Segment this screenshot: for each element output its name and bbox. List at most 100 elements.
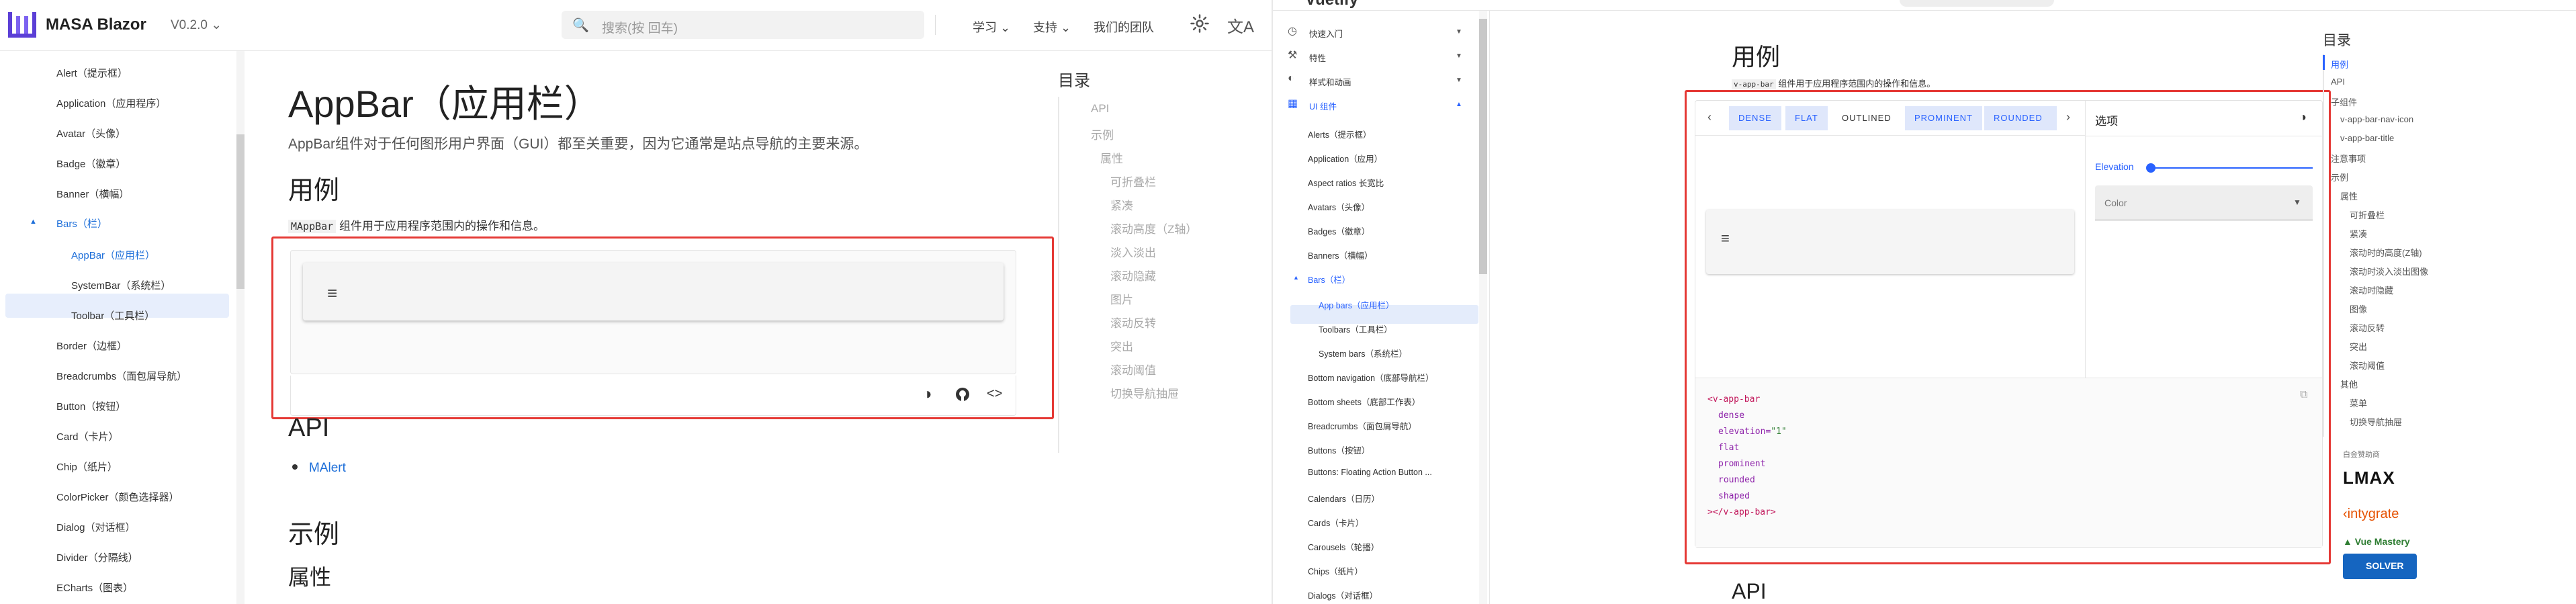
search-box[interactable]: 🔍 搜索(按 回车) [562,11,924,39]
caret-up-icon[interactable]: ▲ [30,218,37,226]
sponsor-lmax[interactable]: LMAX [2343,468,2395,488]
chevron-right-icon[interactable]: › [2066,110,2070,124]
sponsor-intygrate[interactable]: ‹intygrate [2343,507,2399,522]
sidebar-item-alerts[interactable]: Alerts（提示框） [1308,128,1371,140]
sidebar-group-styles[interactable]: 样式和动画 [1309,75,1351,88]
nav-support[interactable]: 支持 ⌄ [1033,18,1071,36]
nav-team[interactable]: 我们的团队 [1094,18,1154,36]
toc-item-usage[interactable]: 用例 [2331,58,2348,71]
sidebar-item-fab[interactable]: Buttons: Floating Action Button ... [1308,468,1432,477]
sidebar-item-divider[interactable]: Divider（分隔线） [56,550,138,564]
toc-item-menu[interactable]: 菜单 [2350,396,2367,409]
toc-item-props[interactable]: 属性 [1100,149,1123,166]
toc-item-threshold[interactable]: 滚动阈值 [1110,361,1156,378]
sidebar-item-calendars[interactable]: Calendars（日历） [1308,492,1380,505]
sidebar-item-card[interactable]: Card（卡片） [56,429,119,443]
elevation-slider[interactable] [2150,167,2313,169]
menu-icon[interactable]: ≡ [327,283,337,304]
toc-item-toggle-drawer[interactable]: 切换导航抽屉 [1110,384,1179,401]
version-select[interactable]: V0.2.0 ⌄ [171,17,222,33]
masa-logo-icon[interactable] [7,9,38,40]
sidebar-item-bars[interactable]: Bars（栏） [1308,273,1350,286]
toc-item-hide[interactable]: 滚动隐藏 [1110,267,1156,284]
sidebar-item-cards[interactable]: Cards（卡片） [1308,516,1364,529]
toc-item-caveats[interactable]: 注意事项 [2331,152,2366,165]
toc-item-subcomponents[interactable]: 子组件 [2331,95,2357,108]
sidebar-item-toolbar[interactable]: Toolbar（工具栏） [71,308,154,322]
toc-item-inverted[interactable]: 滚动反转 [1110,314,1156,331]
sidebar-item-chips[interactable]: Chips（纸片） [1308,564,1363,577]
vuetify-search[interactable] [1900,0,2054,7]
sidebar-item-breadcrumbs[interactable]: Breadcrumbs（面包屑导航） [56,369,187,383]
toc-item-toggle-drawer[interactable]: 切换导航抽屉 [2350,415,2402,428]
toc-item-collapsible[interactable]: 可折叠栏 [1110,173,1156,189]
toc-item-examples[interactable]: 示例 [2331,171,2348,183]
sidebar-item-aspect-ratios[interactable]: Aspect ratios 长宽比 [1308,176,1384,189]
toc-item-collapsible[interactable]: 可折叠栏 [2350,208,2385,221]
sidebar-item-bars[interactable]: Bars（栏） [56,216,107,230]
chip-rounded[interactable]: ROUNDED [1984,106,2057,130]
vuetify-brand[interactable]: Vuetify [1305,0,1358,9]
toc-item-elevate[interactable]: 滚动高度（Z轴） [1110,220,1197,236]
translate-icon[interactable]: 文A [1227,13,1254,37]
toc-item-elevate[interactable]: 滚动时的高度(Z轴) [2350,246,2422,259]
sidebar-item-bottom-navigation[interactable]: Bottom navigation（底部导航栏） [1308,371,1434,384]
code-icon[interactable]: <> [987,386,1002,402]
sidebar-item-breadcrumbs[interactable]: Breadcrumbs（面包屑导航） [1308,419,1417,432]
sidebar-item-avatars[interactable]: Avatars（头像） [1308,200,1370,213]
toc-item-image[interactable]: 图像 [2350,302,2367,315]
sidebar-scrollbar-thumb[interactable] [1479,19,1487,274]
sidebar-item-banner[interactable]: Banner（横幅） [56,187,129,201]
copy-icon[interactable]: ⧉ [2300,388,2307,401]
chip-prominent[interactable]: PROMINENT [1905,106,1982,130]
nav-learn[interactable]: 学习 ⌄ [973,18,1010,36]
toc-item-app-bar-title[interactable]: v-app-bar-title [2340,133,2394,143]
toc-item-image[interactable]: 图片 [1110,290,1133,307]
gear-icon[interactable] [1190,13,1210,34]
sidebar-item-avatar[interactable]: Avatar（头像） [56,126,126,140]
sidebar-item-toolbars[interactable]: Toolbars（工具栏） [1319,322,1392,335]
toc-item-fade-image[interactable]: 滚动时淡入淡出图像 [2350,265,2428,277]
toc-item-fade[interactable]: 淡入淡出 [1110,243,1156,260]
toc-item-inverted[interactable]: 滚动反转 [2350,321,2385,334]
toc-item-examples[interactable]: 示例 [1091,126,1114,142]
sidebar-item-button[interactable]: Button（按钮） [56,399,126,413]
sidebar-item-application[interactable]: Application（应用） [1308,152,1382,165]
sidebar-group-ui-components[interactable]: UI 组件 [1309,99,1337,112]
elevation-slider-thumb[interactable] [2146,163,2156,173]
toc-item-dense[interactable]: 紧凑 [1110,196,1133,213]
theme-toggle-icon[interactable]: ◑ [2299,110,2307,124]
toc-item-nav-icon[interactable]: v-app-bar-nav-icon [2340,114,2413,124]
sidebar-item-application[interactable]: Application（应用程序） [56,96,166,110]
chip-flat[interactable]: FLAT [1785,106,1828,130]
sidebar-item-dialogs[interactable]: Dialogs（对话框） [1308,589,1378,601]
sidebar-item-app-bars[interactable]: App bars（应用栏） [1319,298,1394,311]
sponsor-vue-mastery[interactable]: ▲ Vue Mastery [2343,536,2410,547]
sidebar-item-badge[interactable]: Badge（徽章） [56,157,126,171]
toc-item-dense[interactable]: 紧凑 [2350,227,2367,240]
sidebar-item-echarts[interactable]: ECharts（图表） [56,580,133,595]
sidebar-item-dialog[interactable]: Dialog（对话框） [56,520,136,534]
sponsor-crossword-solver[interactable]: SOLVER [2343,554,2417,579]
sidebar-item-system-bars[interactable]: System bars（系统栏） [1319,347,1407,359]
brand-name[interactable]: MASA Blazor [46,15,146,34]
sidebar-item-carousels[interactable]: Carousels（轮播） [1308,540,1379,553]
caret-up-icon[interactable]: ▲ [1293,274,1299,281]
toc-item-threshold[interactable]: 滚动阈值 [2350,359,2385,372]
sidebar-item-chip[interactable]: Chip（纸片） [56,460,118,474]
api-link-malert[interactable]: MAlert [309,461,346,476]
sidebar-item-border[interactable]: Border（边框） [56,339,127,353]
github-icon[interactable] [954,386,971,402]
sidebar-scrollbar-thumb[interactable] [236,134,245,289]
sidebar-item-colorpicker[interactable]: ColorPicker（颜色选择器） [56,490,179,504]
toc-item-prominent[interactable]: 突出 [1110,337,1133,354]
toc-item-props[interactable]: 属性 [2340,189,2358,202]
sidebar-item-appbar[interactable]: AppBar（应用栏） [71,248,155,262]
chip-outlined[interactable]: OUTLINED [1832,106,1901,130]
sidebar-item-badges[interactable]: Badges（徽章） [1308,224,1370,237]
theme-toggle-icon[interactable]: ◑ [922,385,932,404]
sidebar-group-quickstart[interactable]: 快速入门 [1309,27,1343,40]
toc-item-api[interactable]: API [1091,102,1109,116]
sidebar-item-bottom-sheets[interactable]: Bottom sheets（底部工作表） [1308,395,1420,408]
chevron-left-icon[interactable]: ‹ [1707,110,1712,124]
